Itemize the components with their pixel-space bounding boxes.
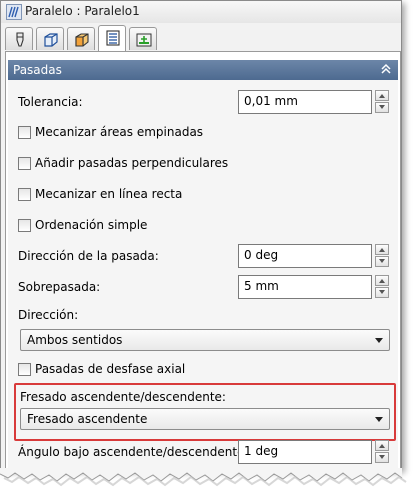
collapse-chevrons-icon[interactable] <box>379 62 393 76</box>
tolerancia-input[interactable]: 0,01 mm <box>238 90 372 114</box>
desfase-axial-label: Pasadas de desfase axial <box>35 362 186 376</box>
linea-recta-checkbox[interactable] <box>18 188 31 201</box>
arrow-down-icon <box>379 259 385 263</box>
tolerancia-up-button[interactable] <box>375 90 389 101</box>
arrow-down-icon <box>379 105 385 109</box>
passes-panel: Pasadas Tolerancia: 0,01 mm Mecanizar ár… <box>5 51 401 469</box>
chevron-down-icon <box>375 417 383 422</box>
arrow-up-icon <box>379 444 385 448</box>
fresado-label: Fresado ascendente/descendente: <box>20 390 226 404</box>
arrow-down-icon <box>379 290 385 294</box>
sobrepasada-input[interactable]: 5 mm <box>238 275 372 299</box>
section-header[interactable]: Pasadas <box>8 60 398 80</box>
passes-list-icon <box>106 30 120 46</box>
tolerancia-label: Tolerancia: <box>18 95 83 109</box>
pasadas-perpendiculares-checkbox[interactable] <box>18 157 31 170</box>
parallel-toolpath-icon <box>6 4 22 20</box>
direccion-dropdown[interactable]: Ambos sentidos <box>20 329 390 351</box>
arrow-up-icon <box>379 279 385 283</box>
direccion-pasada-up-button[interactable] <box>375 244 389 255</box>
angulo-bajo-label: Ángulo bajo ascendente/descendente: <box>18 445 249 459</box>
arrow-up-icon <box>379 248 385 252</box>
pasadas-perpendiculares-label: Añadir pasadas perpendiculares <box>35 156 229 170</box>
direccion-pasada-input[interactable]: 0 deg <box>238 244 372 268</box>
dialog-window: Paralelo : Paralelo1 Pasadas Tolerancia:… <box>0 0 402 470</box>
direccion-pasada-spinner: 0 deg <box>238 244 390 268</box>
tab-linking[interactable] <box>129 27 157 50</box>
tab-passes[interactable] <box>98 25 126 51</box>
angulo-bajo-input[interactable]: 1 deg <box>238 440 372 464</box>
ordenacion-simple-checkbox[interactable] <box>18 219 31 232</box>
tab-stock[interactable] <box>36 27 64 50</box>
angulo-bajo-spinner: 1 deg <box>238 440 390 464</box>
title-bar: Paralelo : Paralelo1 <box>1 1 401 23</box>
fresado-dropdown[interactable]: Fresado ascendente <box>20 408 390 430</box>
arrow-down-icon <box>379 455 385 459</box>
tab-strip <box>5 25 401 51</box>
direccion-selected: Ambos sentidos <box>27 333 123 347</box>
angulo-bajo-down-button[interactable] <box>375 452 389 463</box>
tab-limits[interactable] <box>67 27 95 50</box>
mecanizar-empinadas-checkbox[interactable] <box>18 126 31 139</box>
window-title: Paralelo : Paralelo1 <box>25 4 140 18</box>
limits-box-icon <box>75 33 89 47</box>
direccion-label: Dirección: <box>18 308 79 322</box>
mecanizar-empinadas-label: Mecanizar áreas empinadas <box>35 125 204 139</box>
section-body: Tolerancia: 0,01 mm Mecanizar áreas empi… <box>8 80 398 468</box>
tolerancia-down-button[interactable] <box>375 102 389 113</box>
fresado-selected: Fresado ascendente <box>27 412 148 426</box>
desfase-axial-checkbox[interactable] <box>18 363 31 376</box>
tab-tool[interactable] <box>5 27 33 50</box>
arrow-up-icon <box>379 94 385 98</box>
tolerancia-spinner: 0,01 mm <box>238 90 390 114</box>
angulo-bajo-up-button[interactable] <box>375 440 389 451</box>
torn-edge <box>0 468 407 487</box>
linea-recta-label: Mecanizar en línea recta <box>35 187 183 201</box>
chevron-down-icon <box>375 338 383 343</box>
sobrepasada-up-button[interactable] <box>375 275 389 286</box>
direccion-pasada-label: Dirección de la pasada: <box>18 249 159 263</box>
linking-icon <box>136 33 152 47</box>
tool-icon <box>16 32 24 47</box>
sobrepasada-down-button[interactable] <box>375 287 389 298</box>
stock-box-icon <box>44 33 58 47</box>
sobrepasada-spinner: 5 mm <box>238 275 390 299</box>
direccion-pasada-down-button[interactable] <box>375 256 389 267</box>
ordenacion-simple-label: Ordenación simple <box>35 218 148 232</box>
sobrepasada-label: Sobrepasada: <box>18 280 101 294</box>
section-title: Pasadas <box>13 63 62 77</box>
